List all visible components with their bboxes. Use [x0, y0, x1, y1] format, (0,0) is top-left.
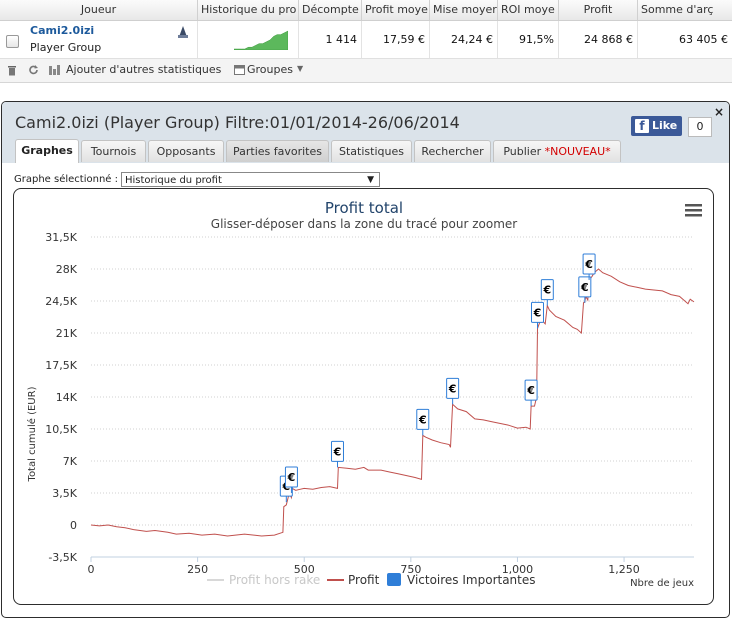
legend-item-profit[interactable]: Profit [327, 573, 380, 587]
close-icon[interactable]: × [714, 105, 724, 119]
sum-cell: 63 405 € [679, 33, 728, 46]
euro-flag-icon[interactable]: € [530, 301, 544, 329]
euro-flag-icon[interactable]: € [540, 279, 554, 306]
player-group-icon[interactable] [176, 25, 190, 39]
y-axis-label: Total cumulé (EUR) [26, 386, 38, 482]
flag-label: € [333, 445, 342, 458]
y-tick-label: 0 [70, 519, 77, 532]
flag-label: € [526, 384, 535, 397]
x-tick-label: 250 [187, 563, 208, 576]
col-header-profit[interactable]: Profit [559, 0, 638, 20]
col-header-avg-roi[interactable]: ROI moye [498, 0, 559, 20]
avg-stake-cell: 24,24 € [430, 21, 498, 58]
add-stats-icon[interactable] [48, 64, 62, 76]
y-tick-label: 21K [56, 327, 78, 340]
graph-select-label: Graphe sélectionné : [14, 174, 118, 185]
euro-flag-icon[interactable]: € [330, 440, 344, 468]
x-tick-label: 0 [88, 563, 95, 576]
legend-item-victoires-importantes[interactable]: Victoires Importantes [387, 573, 536, 587]
facebook-icon: f [635, 119, 649, 133]
y-tick-label: 24,5K [45, 295, 77, 308]
legend-label: Profit hors rake [229, 573, 320, 587]
col-header-avg-profit[interactable]: Profit moye [362, 0, 430, 20]
tab-publier[interactable]: Publier *NOUVEAU* [493, 140, 621, 162]
legend-label: Profit [348, 573, 380, 587]
tab-rechercher[interactable]: Rechercher [414, 140, 491, 162]
profit-chart[interactable]: Profit total Glisser-déposer dans la zon… [14, 189, 713, 604]
flag-label: € [418, 413, 427, 426]
menu-icon[interactable] [685, 204, 702, 217]
row-checkbox[interactable] [6, 35, 19, 48]
x-axis-label: Nbre de jeux [630, 578, 694, 589]
x-tick-label: 1,250 [608, 563, 640, 576]
groups-icon[interactable] [234, 65, 245, 75]
chart-title: Profit total [325, 199, 403, 217]
y-tick-label: 10,5K [45, 423, 77, 436]
tab-tournois[interactable]: Tournois [81, 140, 146, 162]
panel-title: Cami2.0izi (Player Group) Filtre:01/01/2… [15, 113, 460, 132]
graph-select-dropdown[interactable]: Historique du profit ▼ [121, 172, 380, 187]
new-badge: *NOUVEAU* [544, 145, 611, 158]
chart-container: Profit total Glisser-déposer dans la zon… [13, 188, 714, 605]
avg-roi-cell: 91,5% [498, 21, 559, 58]
legend-label: Victoires Importantes [407, 573, 536, 587]
panel-header: Cami2.0izi (Player Group) Filtre:01/01/2… [2, 102, 729, 163]
player-stats-table: Joueur Historique du pro Décompte Profit… [0, 0, 732, 83]
chevron-down-icon[interactable]: ▼ [297, 64, 303, 73]
add-stats-button[interactable]: Ajouter d'autres statistiques [66, 63, 221, 76]
sparkline-area [234, 30, 288, 50]
euro-flag-icon[interactable]: € [582, 253, 596, 280]
y-tick-label: 7K [63, 455, 78, 468]
count-cell: 1 414 [299, 21, 362, 58]
chart-subtitle: Glisser-déposer dans la zone du tracé po… [211, 217, 517, 231]
profit-history-sparkline [234, 30, 288, 50]
groups-button[interactable]: Groupes [247, 63, 293, 76]
euro-flag-icon[interactable]: € [416, 408, 430, 436]
table-row[interactable]: 1 414 17,59 € 24,24 € 91,5% 24 868 € 63 … [0, 21, 732, 59]
col-header-sum[interactable]: Somme d'arç [638, 0, 732, 20]
y-tick-label: 14K [56, 391, 78, 404]
profit-series-line[interactable] [90, 268, 695, 537]
trash-icon[interactable] [7, 65, 17, 76]
graph-select-value: Historique du profit [125, 175, 222, 186]
euro-flag-icon[interactable]: € [446, 377, 460, 405]
profit-cell: 24 868 € [559, 21, 638, 58]
table-header: Joueur Historique du pro Décompte Profit… [0, 0, 732, 21]
col-header-count[interactable]: Décompte [299, 0, 362, 20]
like-count: 0 [688, 117, 712, 137]
y-tick-label: 3,5K [52, 487, 77, 500]
y-tick-label: -3,5K [48, 551, 77, 564]
tab-parties-favorites[interactable]: Parties favorites [226, 140, 329, 162]
tab-statistiques[interactable]: Statistiques [331, 140, 412, 162]
chevron-down-icon: ▼ [367, 175, 374, 185]
flag-label: € [584, 258, 593, 271]
flag-label: € [580, 281, 589, 294]
player-name-link[interactable]: Cami2.0izi [30, 24, 94, 37]
flag-label: € [542, 284, 551, 297]
player-group-label: Player Group [30, 41, 102, 54]
col-header-avg-stake[interactable]: Mise moyer [430, 0, 498, 20]
avg-profit-cell: 17,59 € [362, 21, 430, 58]
like-label: Like [652, 119, 678, 132]
y-tick-label: 31,5K [45, 231, 77, 244]
refresh-icon[interactable] [28, 64, 39, 76]
col-header-player[interactable]: Joueur [0, 0, 198, 20]
flag-label: € [533, 306, 542, 319]
player-detail-panel: Cami2.0izi (Player Group) Filtre:01/01/2… [1, 101, 730, 618]
facebook-like-button[interactable]: f Like [631, 116, 682, 136]
tab-graphes[interactable]: Graphes [15, 139, 79, 163]
col-header-history[interactable]: Historique du pro [198, 0, 299, 20]
flag-label: € [448, 382, 457, 395]
euro-flag-icon[interactable]: € [578, 276, 592, 303]
tab-opposants[interactable]: Opposants [148, 140, 224, 162]
legend-item-profit-hors-rake[interactable]: Profit hors rake [207, 573, 320, 587]
tab-publier-label: Publier [503, 145, 545, 158]
y-tick-label: 28K [56, 263, 78, 276]
flag-label: € [287, 471, 296, 484]
y-tick-label: 17,5K [45, 359, 77, 372]
table-toolbar: Ajouter d'autres statistiques Groupes ▼ [0, 59, 732, 82]
